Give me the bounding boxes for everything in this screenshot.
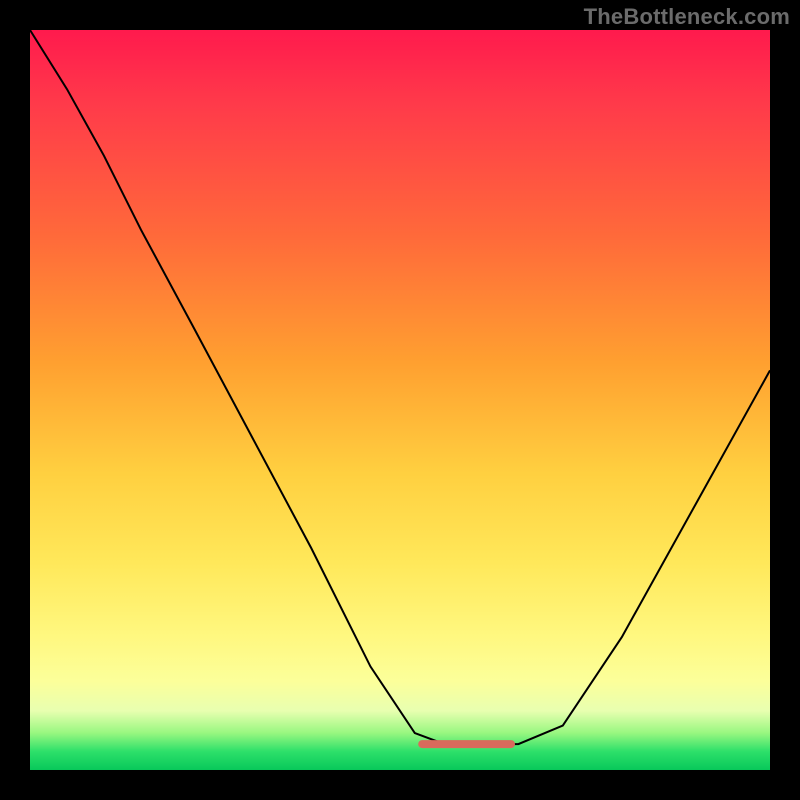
plot-area xyxy=(30,30,770,770)
watermark-text: TheBottleneck.com xyxy=(584,4,790,30)
chart-frame: TheBottleneck.com xyxy=(0,0,800,800)
main-curve-path xyxy=(30,30,770,744)
curve-svg xyxy=(30,30,770,770)
